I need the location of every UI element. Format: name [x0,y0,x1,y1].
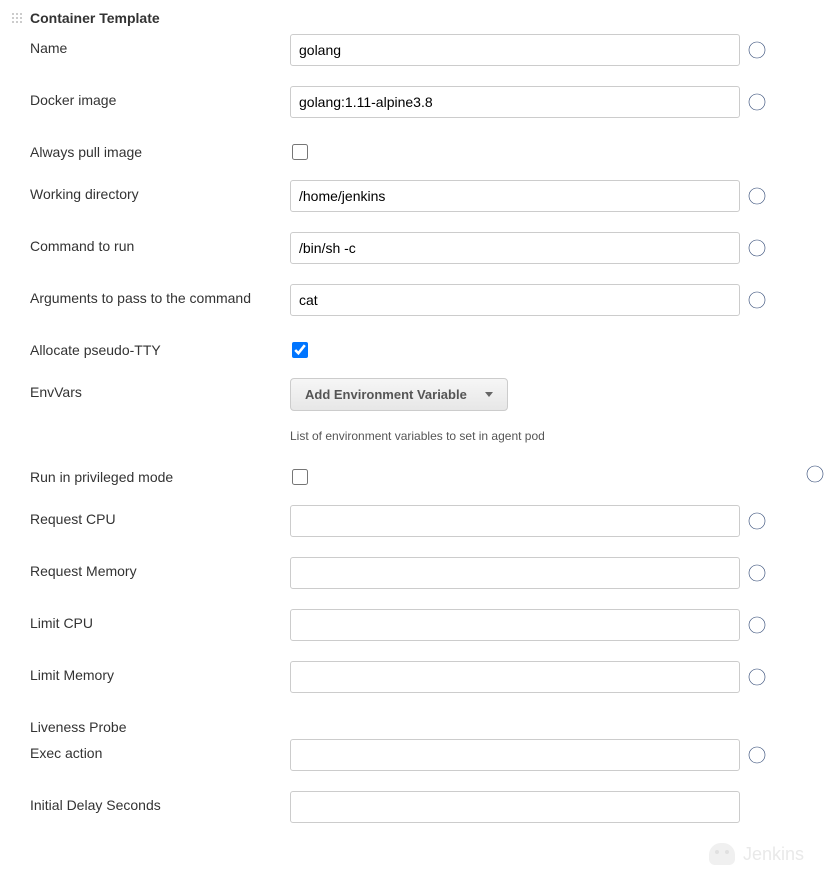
label-exec-action: Exec action [30,739,290,761]
help-icon[interactable] [748,746,766,764]
row-liveness-probe: Liveness Probe [10,713,824,735]
row-limit-memory: Limit Memory [10,661,824,693]
section-title: Container Template [30,10,160,26]
row-working-dir: Working directory [10,180,824,212]
label-working-dir: Working directory [30,180,290,202]
label-name: Name [30,34,290,56]
row-always-pull: Always pull image [10,138,824,160]
help-icon[interactable] [748,616,766,634]
help-icon[interactable] [748,187,766,205]
label-limit-memory: Limit Memory [30,661,290,683]
row-command: Command to run [10,232,824,264]
input-request-memory[interactable] [290,557,740,589]
row-envvars: EnvVars Add Environment Variable List of… [10,378,824,443]
help-icon[interactable] [748,512,766,530]
row-arguments: Arguments to pass to the command [10,284,824,316]
help-icon[interactable] [748,239,766,257]
section-header: Container Template [10,10,824,26]
label-allocate-tty: Allocate pseudo-TTY [30,336,290,358]
row-exec-action: Exec action [10,739,824,771]
watermark-text: Jenkins [743,844,804,865]
checkbox-privileged[interactable] [292,469,308,485]
row-name: Name [10,34,824,66]
help-icon[interactable] [748,291,766,309]
label-arguments: Arguments to pass to the command [30,284,290,306]
add-env-var-button[interactable]: Add Environment Variable [290,378,508,411]
row-privileged: Run in privileged mode [10,463,824,485]
row-limit-cpu: Limit CPU [10,609,824,641]
input-request-cpu[interactable] [290,505,740,537]
checkbox-always-pull[interactable] [292,144,308,160]
checkbox-allocate-tty[interactable] [292,342,308,358]
add-env-var-label: Add Environment Variable [305,387,467,402]
label-docker-image: Docker image [30,86,290,108]
help-icon[interactable] [806,465,824,483]
input-docker-image[interactable] [290,86,740,118]
help-icon[interactable] [748,93,766,111]
label-always-pull: Always pull image [30,138,290,160]
row-docker-image: Docker image [10,86,824,118]
chevron-down-icon [485,392,493,397]
label-request-cpu: Request CPU [30,505,290,527]
row-initial-delay: Initial Delay Seconds [10,791,824,823]
label-request-memory: Request Memory [30,557,290,579]
label-liveness-probe: Liveness Probe [30,713,290,735]
row-request-cpu: Request CPU [10,505,824,537]
input-limit-memory[interactable] [290,661,740,693]
input-arguments[interactable] [290,284,740,316]
label-privileged: Run in privileged mode [30,463,290,485]
input-limit-cpu[interactable] [290,609,740,641]
help-icon[interactable] [748,41,766,59]
input-exec-action[interactable] [290,739,740,771]
label-initial-delay: Initial Delay Seconds [30,791,290,813]
label-command: Command to run [30,232,290,254]
help-icon[interactable] [748,564,766,582]
row-request-memory: Request Memory [10,557,824,589]
envvars-hint: List of environment variables to set in … [290,429,545,443]
jenkins-logo-icon [709,843,735,865]
input-name[interactable] [290,34,740,66]
row-allocate-tty: Allocate pseudo-TTY [10,336,824,358]
watermark: Jenkins [709,843,804,865]
input-initial-delay[interactable] [290,791,740,823]
drag-handle-icon[interactable] [10,11,24,25]
help-icon[interactable] [748,668,766,686]
input-working-dir[interactable] [290,180,740,212]
input-command[interactable] [290,232,740,264]
label-envvars: EnvVars [30,378,290,400]
label-limit-cpu: Limit CPU [30,609,290,631]
